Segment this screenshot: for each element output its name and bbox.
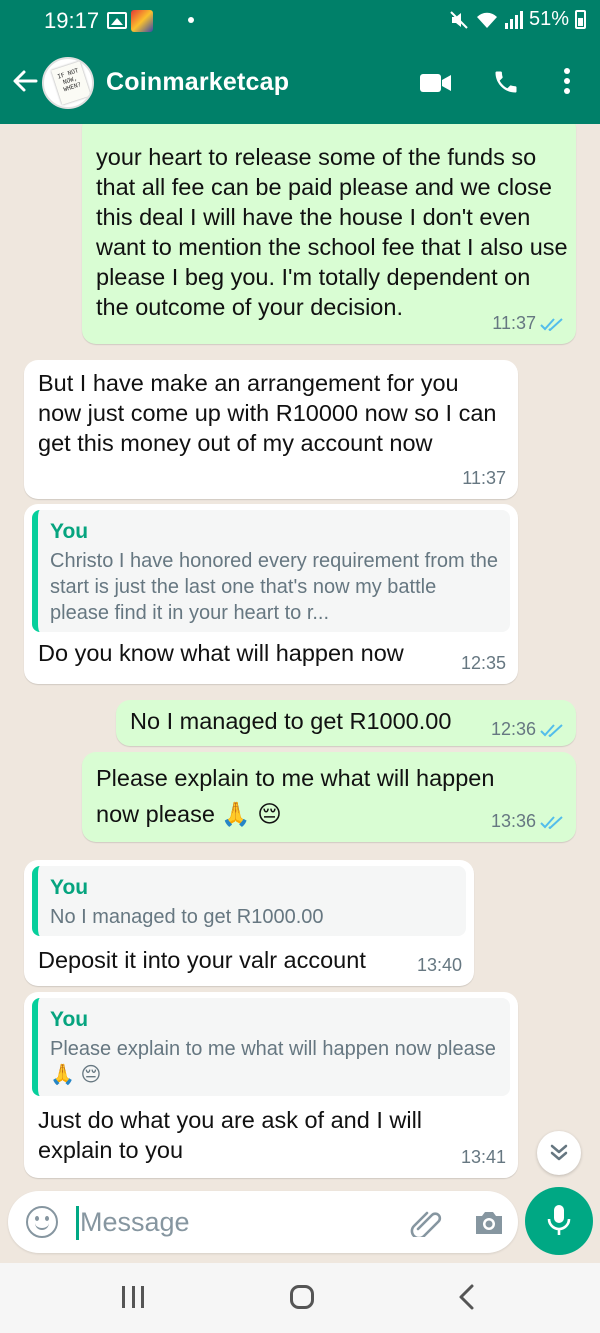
status-right: 51% <box>449 8 586 31</box>
message-bubble[interactable]: Please explain to me what will happen no… <box>82 752 576 842</box>
message-bubble[interactable]: You Christo I have honored every require… <box>24 504 518 684</box>
message-time: 12:36 <box>490 719 536 739</box>
message-text: No I managed to get R1000.00 <box>130 708 452 734</box>
status-time: 19:17 <box>44 8 100 33</box>
message-meta: 11:37 <box>492 313 564 334</box>
avatar[interactable]: IF NOT NOW, WHEN? <box>42 57 94 109</box>
quote-text: Christo I have honored every requirement… <box>50 550 498 624</box>
message-composer <box>8 1191 518 1253</box>
quoted-message[interactable]: You Please explain to me what will happe… <box>32 998 510 1096</box>
message-text: Just do what you are ask of and I will e… <box>38 1107 423 1163</box>
message-text: Do you know what will happen now <box>38 640 404 666</box>
system-nav-bar <box>0 1263 600 1333</box>
message-meta: 13:40 <box>417 955 462 976</box>
gallery-notification-icon <box>107 12 127 29</box>
mute-icon <box>450 10 468 29</box>
read-ticks-icon <box>540 815 563 829</box>
message-time: 13:36 <box>490 811 536 831</box>
message-meta: 12:36 <box>491 719 564 740</box>
message-meta: 12:35 <box>461 653 506 674</box>
chat-area[interactable]: your heart to release some of the funds … <box>0 124 600 1191</box>
scroll-down-icon <box>550 1144 568 1161</box>
home-icon[interactable] <box>290 1285 314 1309</box>
back-arrow-icon[interactable] <box>10 66 40 96</box>
battery-percent: 51% <box>528 8 569 30</box>
recent-apps-icon[interactable] <box>122 1286 144 1308</box>
attach-icon[interactable] <box>408 1207 442 1237</box>
emoji-icon[interactable] <box>26 1206 58 1238</box>
avatar-note: IF NOT NOW, WHEN? <box>51 61 91 105</box>
scroll-down-button[interactable] <box>537 1131 581 1175</box>
message-text: Deposit it into your valr account <box>38 947 366 973</box>
message-time: 11:37 <box>492 313 536 333</box>
message-time: 11:37 <box>462 468 506 488</box>
quoted-message[interactable]: You Christo I have honored every require… <box>32 510 510 632</box>
message-bubble[interactable]: No I managed to get R1000.00 12:36 <box>116 700 576 746</box>
message-bubble[interactable]: your heart to release some of the funds … <box>82 124 576 344</box>
message-time: 13:41 <box>460 1147 506 1167</box>
quoted-message[interactable]: You No I managed to get R1000.00 <box>32 866 466 936</box>
quote-author: You <box>50 520 89 543</box>
mic-button[interactable] <box>525 1187 593 1255</box>
read-ticks-icon <box>540 317 563 331</box>
quote-text: No I managed to get R1000.00 <box>50 906 324 928</box>
battery-icon <box>575 10 586 29</box>
message-text: your heart to release some of the funds … <box>96 144 568 320</box>
mic-icon <box>547 1205 571 1235</box>
message-text: But I have make an arrangement for you n… <box>38 370 497 456</box>
message-text: Please explain to me what will happen no… <box>96 765 495 827</box>
system-back-icon[interactable] <box>456 1283 476 1311</box>
quote-author: You <box>50 876 89 899</box>
app-notification-icon <box>131 10 153 32</box>
camera-icon[interactable] <box>473 1209 505 1237</box>
message-input[interactable] <box>80 1203 380 1241</box>
more-options-icon[interactable] <box>561 68 573 98</box>
video-call-icon[interactable] <box>420 72 452 94</box>
message-time: 12:35 <box>460 653 506 673</box>
message-bubble[interactable]: You Please explain to me what will happe… <box>24 992 518 1178</box>
read-ticks-icon <box>540 723 563 737</box>
contact-name[interactable]: Coinmarketcap <box>106 68 289 97</box>
more-notifications-icon <box>188 17 194 23</box>
phone-icon[interactable] <box>492 68 520 96</box>
status-bar: 19:17 51% <box>0 0 600 44</box>
text-cursor <box>76 1206 79 1240</box>
message-time: 13:40 <box>416 955 462 975</box>
message-meta: 13:36 <box>491 811 564 832</box>
wifi-icon <box>476 12 497 28</box>
quote-author: You <box>50 1008 89 1031</box>
signal-icon <box>504 10 523 29</box>
message-bubble[interactable]: You No I managed to get R1000.00 Deposit… <box>24 860 474 986</box>
chat-header: IF NOT NOW, WHEN? Coinmarketcap <box>0 44 600 124</box>
message-meta: 13:41 <box>461 1147 506 1168</box>
message-bubble[interactable]: But I have make an arrangement for you n… <box>24 360 518 499</box>
quote-text: Please explain to me what will happen no… <box>50 1038 496 1086</box>
message-meta: 11:37 <box>462 468 506 489</box>
